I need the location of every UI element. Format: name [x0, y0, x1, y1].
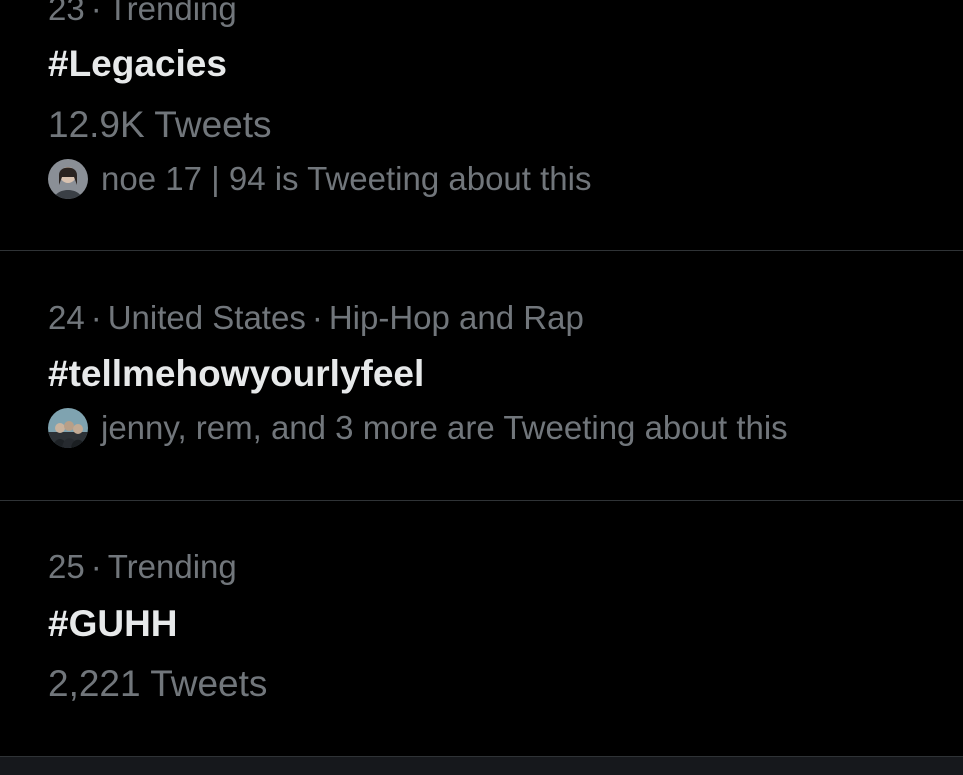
- trend-rank: 23: [48, 0, 85, 27]
- user-avatar-icon: [48, 159, 88, 199]
- group-avatar-icon: [48, 408, 88, 448]
- social-context-text: jenny, rem, and 3 more are Tweeting abou…: [101, 409, 788, 446]
- trend-hashtag[interactable]: #GUHH: [48, 602, 178, 646]
- trend-social-context: jenny, rem, and 3 more are Tweeting abou…: [48, 408, 788, 448]
- trend-tweet-count: 2,221 Tweets: [48, 663, 268, 704]
- trend-social-context: noe 17 | 94 is Tweeting about this: [48, 159, 591, 199]
- trend-item-legacies[interactable]: 23 · Trending #Legacies 12.9K Tweets noe 1…: [0, 0, 963, 250]
- trend-item-tellmehowyourlyfeel[interactable]: 24 · United States · Hip-Hop and Rap #tellme…: [0, 251, 963, 500]
- bottom-navigation-bar: [0, 756, 963, 775]
- trend-rank: 25: [48, 548, 85, 585]
- trend-context: Trending: [107, 0, 237, 27]
- trend-meta: 25 · Trending: [48, 547, 237, 587]
- meta-separator: ·: [311, 299, 323, 336]
- trend-meta: 24 · United States · Hip-Hop and Rap: [48, 298, 584, 338]
- trend-item-guhh[interactable]: 25 · Trending #GUHH 2,221 Tweets: [0, 501, 963, 755]
- trend-context-category: Hip-Hop and Rap: [328, 299, 584, 336]
- trend-hashtag[interactable]: #tellmehowyourlyfeel: [48, 352, 424, 396]
- trend-rank: 24: [48, 299, 85, 336]
- social-context-text: noe 17 | 94 is Tweeting about this: [101, 160, 592, 197]
- meta-separator: ·: [90, 299, 102, 336]
- trend-tweet-count: 12.9K Tweets: [48, 104, 272, 145]
- trend-meta: 23 · Trending: [48, 0, 237, 29]
- trend-hashtag[interactable]: #Legacies: [48, 42, 227, 86]
- meta-separator: ·: [90, 0, 102, 27]
- trend-context-location: United States: [107, 299, 306, 336]
- trend-context: Trending: [107, 548, 237, 585]
- meta-separator: ·: [90, 548, 102, 585]
